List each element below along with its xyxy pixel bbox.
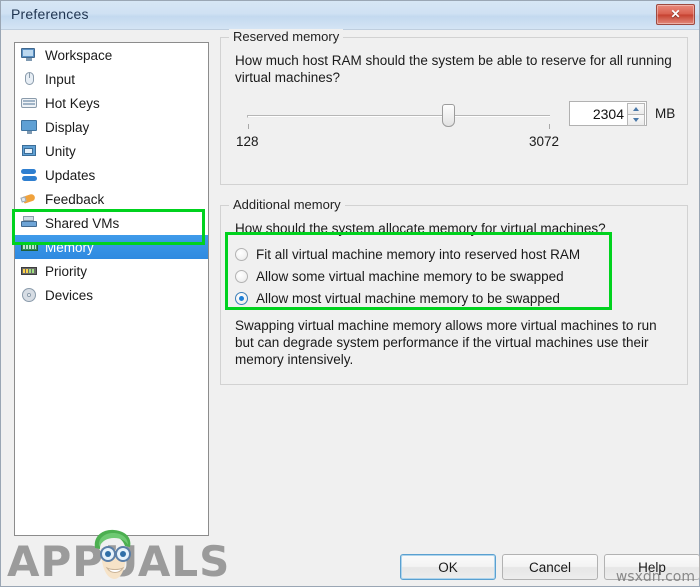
spinner-up-arrow-icon[interactable]: [627, 103, 645, 115]
slider-tick-min: [248, 124, 249, 129]
reserved-memory-question: How much host RAM should the system be a…: [235, 53, 672, 85]
megaphone-icon: [20, 191, 38, 207]
slider-tick-max: [549, 124, 550, 129]
sidebar-item-label: Shared VMs: [45, 215, 120, 231]
settings-pane: Reserved memory How much host RAM should…: [220, 29, 688, 385]
slider-max-label: 3072: [529, 134, 560, 149]
reserved-memory-legend: Reserved memory: [229, 29, 344, 44]
help-button[interactable]: Help: [604, 554, 700, 580]
sidebar-item-label: Priority: [45, 263, 88, 279]
refresh-icon: [21, 167, 38, 183]
memory-allocation-options: Fit all virtual machine memory into rese…: [235, 243, 677, 309]
radio-button-icon[interactable]: [235, 269, 248, 283]
sidebar-item-feedback[interactable]: Feedback: [15, 187, 208, 211]
memory-unit-label: MB: [655, 106, 676, 121]
display-icon: [21, 119, 38, 135]
reserved-memory-group: Reserved memory How much host RAM should…: [220, 29, 688, 185]
memory-spinner: MB: [569, 101, 675, 126]
sidebar-item-label: Devices: [45, 287, 94, 303]
close-icon: ✕: [670, 7, 681, 21]
sidebar-item-label: Workspace: [45, 47, 113, 63]
priority-icon: [21, 263, 38, 279]
sidebar-item-label: Feedback: [45, 191, 105, 207]
disc-icon: [21, 287, 38, 303]
spinner-down-arrow-icon[interactable]: [627, 115, 645, 126]
sidebar-item-label: Unity: [45, 143, 76, 159]
memory-slider-track[interactable]: [247, 115, 550, 118]
unity-window-icon: [21, 143, 38, 159]
sidebar-item-workspace[interactable]: Workspace: [15, 43, 208, 67]
category-list[interactable]: Workspace Input Hot Keys Display Unity U…: [14, 42, 209, 536]
sidebar-item-display[interactable]: Display: [15, 115, 208, 139]
sidebar-item-input[interactable]: Input: [15, 67, 208, 91]
slider-min-label: 128: [236, 134, 259, 149]
monitor-icon: [21, 47, 38, 63]
preferences-window: Preferences ✕ Workspace Input Hot Keys D…: [0, 0, 700, 587]
shared-vms-icon: [21, 215, 38, 231]
radio-option-allow-some[interactable]: Allow some virtual machine memory to be …: [235, 265, 677, 287]
radio-label: Allow some virtual machine memory to be …: [256, 268, 564, 284]
sidebar-item-hot-keys[interactable]: Hot Keys: [15, 91, 208, 115]
sidebar-item-devices[interactable]: Devices: [15, 283, 208, 307]
sidebar-item-shared-vms[interactable]: Shared VMs: [15, 211, 208, 235]
swapping-note: Swapping virtual machine memory allows m…: [235, 318, 657, 367]
window-title: Preferences: [11, 6, 89, 22]
sidebar-item-label: Display: [45, 119, 90, 135]
memory-spinner-box[interactable]: [569, 101, 647, 126]
radio-label: Fit all virtual machine memory into rese…: [256, 246, 581, 262]
dialog-button-bar: OK Cancel Help: [1, 550, 700, 587]
spinner-buttons: [627, 103, 645, 126]
radio-button-icon-selected[interactable]: [235, 291, 248, 305]
radio-option-allow-most[interactable]: Allow most virtual machine memory to be …: [235, 287, 677, 309]
sidebar-item-priority[interactable]: Priority: [15, 259, 208, 283]
sidebar-item-memory[interactable]: Memory: [15, 235, 208, 259]
radio-label: Allow most virtual machine memory to be …: [256, 290, 560, 306]
cancel-button[interactable]: Cancel: [502, 554, 598, 580]
sidebar-item-label: Hot Keys: [45, 95, 100, 111]
radio-button-icon[interactable]: [235, 247, 248, 261]
memory-slider-thumb[interactable]: [442, 104, 455, 127]
title-bar: Preferences ✕: [1, 1, 699, 30]
sidebar-item-updates[interactable]: Updates: [15, 163, 208, 187]
close-button[interactable]: ✕: [656, 4, 695, 25]
mouse-icon: [21, 71, 38, 87]
sidebar-item-label: Memory: [45, 239, 94, 255]
additional-memory-question: How should the system allocate memory fo…: [235, 221, 606, 236]
memory-stick-icon: [21, 239, 38, 255]
ok-button[interactable]: OK: [400, 554, 496, 580]
radio-option-fit-all[interactable]: Fit all virtual machine memory into rese…: [235, 243, 677, 265]
sidebar-item-label: Updates: [45, 167, 96, 183]
keyboard-icon: [21, 95, 38, 111]
additional-memory-group: Additional memory How should the system …: [220, 197, 688, 385]
additional-memory-legend: Additional memory: [229, 197, 345, 212]
sidebar-item-label: Input: [45, 71, 76, 87]
sidebar-item-unity[interactable]: Unity: [15, 139, 208, 163]
reserved-memory-slider-row: 128 3072 MB: [231, 94, 677, 149]
